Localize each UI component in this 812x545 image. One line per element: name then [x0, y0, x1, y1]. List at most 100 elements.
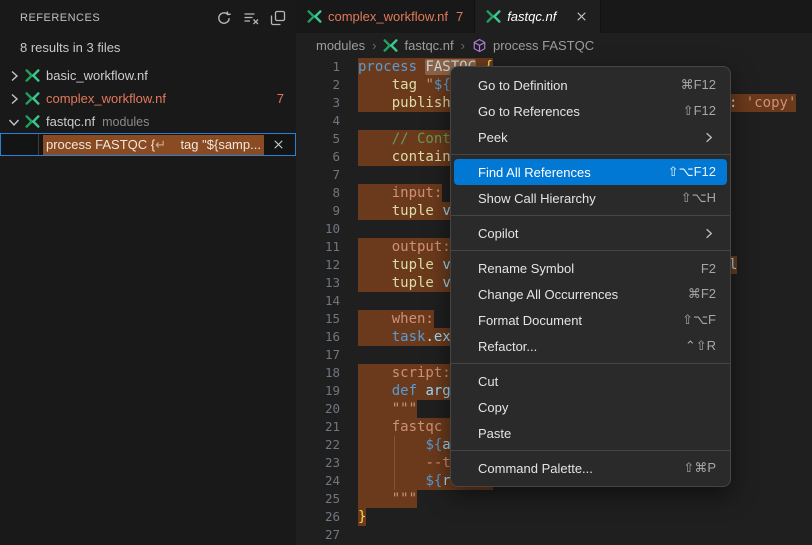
- line-number[interactable]: 13: [296, 274, 340, 292]
- reference-range-highlight: """: [358, 490, 417, 508]
- collapse-all-icon: [270, 13, 286, 30]
- line-number[interactable]: 3: [296, 94, 340, 112]
- refresh-button[interactable]: [216, 10, 232, 26]
- match-code-part1: process FASTQC {: [46, 137, 155, 152]
- line-number[interactable]: 27: [296, 526, 340, 544]
- line-number[interactable]: 17: [296, 346, 340, 364]
- breadcrumb-item-fastqc-nf[interactable]: fastqc.nf: [404, 38, 453, 53]
- line-number[interactable]: 2: [296, 76, 340, 94]
- reference-result-row[interactable]: process FASTQC {↵ tag "${samp...: [0, 133, 296, 156]
- menu-item-change-all-occurrences[interactable]: Change All Occurrences⌘F2: [451, 281, 730, 307]
- nextflow-icon: [25, 114, 40, 129]
- menu-separator: [451, 215, 730, 216]
- menu-item-show-call-hierarchy[interactable]: Show Call Hierarchy⇧⌥H: [451, 185, 730, 211]
- tree-indent-guide: [38, 134, 39, 155]
- menu-item-label: Rename Symbol: [478, 261, 574, 276]
- line-number[interactable]: 25: [296, 490, 340, 508]
- line-number[interactable]: 22: [296, 436, 340, 454]
- line-number[interactable]: 1: [296, 58, 340, 76]
- line-number[interactable]: 20: [296, 400, 340, 418]
- code-line[interactable]: 27: [296, 526, 812, 544]
- reference-range-highlight: output:: [358, 238, 451, 256]
- line-content: """: [358, 490, 417, 508]
- line-content: input:: [358, 184, 442, 202]
- reference-range-highlight: }: [358, 508, 366, 526]
- menu-item-label: Show Call Hierarchy: [478, 191, 596, 206]
- line-number[interactable]: 16: [296, 328, 340, 346]
- menu-item-format-document[interactable]: Format Document ⇧⌥F: [451, 307, 730, 333]
- menu-item-copy[interactable]: Copy: [451, 394, 730, 420]
- line-number[interactable]: 24: [296, 472, 340, 490]
- tree-item-complex-workflow-nf[interactable]: complex_workflow.nf 7: [0, 87, 296, 110]
- line-number[interactable]: 6: [296, 148, 340, 166]
- breadcrumb[interactable]: modules›fastqc.nf›process FASTQC: [296, 33, 812, 57]
- menu-item-label: Format Document: [478, 313, 582, 328]
- tab-fastqc-nf[interactable]: fastqc.nf: [475, 0, 601, 33]
- line-number[interactable]: 19: [296, 382, 340, 400]
- remove-result-icon[interactable]: [271, 137, 286, 152]
- line-number[interactable]: 26: [296, 508, 340, 526]
- menu-shortcut: ⌃⇧R: [685, 338, 716, 354]
- menu-item-cut[interactable]: Cut: [451, 368, 730, 394]
- symbol-namespace-icon: [472, 38, 487, 53]
- menu-item-refactor[interactable]: Refactor...⌃⇧R: [451, 333, 730, 359]
- menu-shortcut: ⇧⌘P: [683, 460, 716, 476]
- clear-results-button[interactable]: [243, 10, 259, 26]
- menu-item-label: Find All References: [478, 165, 591, 180]
- line-number[interactable]: 15: [296, 310, 340, 328]
- line-number[interactable]: 10: [296, 220, 340, 238]
- context-menu: Go to Definition⌘F12Go to References⇧F12…: [450, 66, 731, 487]
- line-number[interactable]: 8: [296, 184, 340, 202]
- menu-item-label: Command Palette...: [478, 461, 593, 476]
- panel-title: REFERENCES: [20, 12, 100, 24]
- tab-complex-workflow-nf[interactable]: complex_workflow.nf7: [296, 0, 475, 33]
- menu-item-copilot[interactable]: Copilot: [451, 220, 730, 246]
- menu-item-rename-symbol[interactable]: Rename SymbolF2: [451, 255, 730, 281]
- line-number[interactable]: 12: [296, 256, 340, 274]
- reference-range-highlight: """: [358, 400, 417, 418]
- menu-item-go-to-definition[interactable]: Go to Definition⌘F12: [451, 72, 730, 98]
- line-content: when:: [358, 310, 434, 328]
- reference-range-highlight: script:: [358, 364, 451, 382]
- menu-item-label: Peek: [478, 130, 508, 145]
- tab-label: complex_workflow.nf: [328, 9, 448, 24]
- line-number[interactable]: 11: [296, 238, 340, 256]
- menu-item-paste[interactable]: Paste: [451, 420, 730, 446]
- line-number[interactable]: 21: [296, 418, 340, 436]
- nextflow-icon: [383, 38, 398, 53]
- menu-item-command-palette[interactable]: Command Palette... ⇧⌘P: [451, 455, 730, 481]
- line-number[interactable]: 18: [296, 364, 340, 382]
- menu-shortcut: ⇧⌥F: [682, 312, 716, 328]
- line-number[interactable]: 9: [296, 202, 340, 220]
- clear-list-icon: [243, 13, 259, 30]
- line-number[interactable]: 7: [296, 166, 340, 184]
- code-line[interactable]: 25 """: [296, 490, 812, 508]
- menu-separator: [451, 363, 730, 364]
- menu-item-go-to-references[interactable]: Go to References⇧F12: [451, 98, 730, 124]
- line-number[interactable]: 23: [296, 454, 340, 472]
- tree-item-fastqc-nf[interactable]: fastqc.nfmodules: [0, 110, 296, 133]
- sidebar-header: REFERENCES: [0, 0, 296, 26]
- menu-item-label: Cut: [478, 374, 498, 389]
- nextflow-icon: [25, 68, 40, 83]
- menu-shortcut: ⌘F12: [681, 77, 716, 93]
- breadcrumb-item-modules[interactable]: modules: [316, 38, 365, 53]
- menu-item-find-all-references[interactable]: Find All References⇧⌥F12: [454, 159, 727, 185]
- line-number[interactable]: 14: [296, 292, 340, 310]
- menu-item-label: Paste: [478, 426, 511, 441]
- result-count-badge: 7: [277, 91, 284, 106]
- code-line[interactable]: 26}: [296, 508, 812, 526]
- collapse-all-button[interactable]: [270, 10, 286, 26]
- line-number[interactable]: 5: [296, 130, 340, 148]
- close-tab-icon[interactable]: [574, 9, 589, 24]
- menu-item-label: Copy: [478, 400, 508, 415]
- return-symbol: ↵: [155, 137, 166, 152]
- file-label: complex_workflow.nf: [46, 91, 166, 106]
- chevron-down-icon: [6, 114, 22, 130]
- tree-item-basic-workflow-nf[interactable]: basic_workflow.nf: [0, 64, 296, 87]
- menu-item-label: Change All Occurrences: [478, 287, 618, 302]
- line-number[interactable]: 4: [296, 112, 340, 130]
- menu-item-peek[interactable]: Peek: [451, 124, 730, 150]
- breadcrumb-item-process-fastqc[interactable]: process FASTQC: [493, 38, 594, 53]
- menu-separator: [451, 154, 730, 155]
